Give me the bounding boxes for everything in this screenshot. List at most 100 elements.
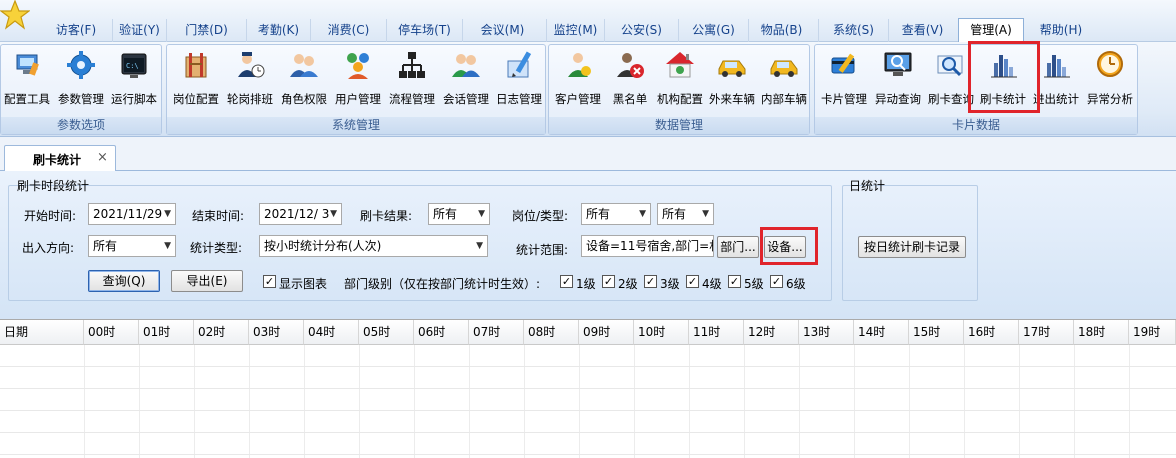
column-header-hour[interactable]: 01时 — [139, 320, 194, 345]
column-header-hour[interactable]: 13时 — [799, 320, 854, 345]
tool-label: 客户管理 — [555, 92, 601, 106]
tool-customer-manage[interactable]: 客户管理 — [551, 49, 605, 107]
tool-blacklist[interactable]: 黑名单 — [605, 49, 655, 107]
column-header-hour[interactable]: 05时 — [359, 320, 414, 345]
level-3-checkbox[interactable]: ✓ — [644, 275, 657, 288]
scope-label: 统计范围: — [516, 243, 569, 257]
table-row[interactable] — [0, 389, 1176, 411]
close-icon[interactable]: × — [97, 150, 108, 165]
column-header-hour[interactable]: 12时 — [744, 320, 799, 345]
post-select[interactable]: 所有 ▼ — [581, 203, 651, 225]
daily-stats-button[interactable]: 按日统计刷卡记录 — [858, 236, 966, 258]
direction-select[interactable]: 所有 ▼ — [88, 235, 176, 257]
column-header-hour[interactable]: 18时 — [1074, 320, 1129, 345]
show-chart-checkbox[interactable]: ✓ — [263, 275, 276, 288]
tool-label: 运行脚本 — [111, 92, 157, 106]
tool-external-vehicle[interactable]: 外来车辆 — [705, 49, 759, 107]
menu-meeting[interactable]: 会议(M) — [462, 19, 542, 42]
type-select[interactable]: 所有 ▼ — [657, 203, 714, 225]
column-header-hour[interactable]: 04时 — [304, 320, 359, 345]
department-button[interactable]: 部门... — [717, 236, 759, 258]
tool-post-config[interactable]: 岗位配置 — [169, 49, 223, 107]
query-button[interactable]: 查询(Q) — [88, 270, 160, 292]
column-header-date[interactable]: 日期 — [0, 320, 84, 345]
menu-attendance[interactable]: 考勤(K) — [246, 19, 310, 42]
column-header-hour[interactable]: 14时 — [854, 320, 909, 345]
column-header-hour[interactable]: 08时 — [524, 320, 579, 345]
column-header-hour[interactable]: 19时 — [1129, 320, 1176, 345]
search-card-icon — [937, 55, 963, 77]
column-header-hour[interactable]: 03时 — [249, 320, 304, 345]
tool-label: 机构配置 — [657, 92, 703, 106]
column-header-hour[interactable]: 07时 — [469, 320, 524, 345]
menu-apartment[interactable]: 公寓(G) — [678, 19, 748, 42]
tool-session-manage[interactable]: 会话管理 — [439, 49, 493, 107]
tool-org-config[interactable]: 机构配置 — [653, 49, 707, 107]
column-header-hour[interactable]: 15时 — [909, 320, 964, 345]
tool-workflow-manage[interactable]: 流程管理 — [385, 49, 439, 107]
daily-section-title: 日统计 — [849, 179, 886, 193]
menu-view[interactable]: 查看(V) — [888, 19, 956, 42]
tool-config-tool[interactable]: 配置工具 — [1, 49, 53, 107]
tab-label: 刷卡统计 — [33, 153, 82, 167]
export-button[interactable]: 导出(E) — [171, 270, 243, 292]
column-header-hour[interactable]: 10时 — [634, 320, 689, 345]
menu-police[interactable]: 公安(S) — [604, 19, 678, 42]
house-icon — [666, 52, 694, 78]
start-date-picker[interactable]: 2021/11/29 ▼ — [88, 203, 176, 225]
tool-label: 会话管理 — [443, 92, 489, 106]
menu-access[interactable]: 门禁(D) — [166, 19, 246, 42]
table-row[interactable] — [0, 433, 1176, 455]
direction-value: 所有 — [93, 239, 118, 253]
end-date-picker[interactable]: 2021/12/ 3 ▼ — [259, 203, 342, 225]
tool-run-script[interactable]: C:\ 运行脚本 — [107, 49, 161, 107]
tool-label: 异常分析 — [1087, 92, 1133, 106]
menu-system[interactable]: 系统(S) — [818, 19, 888, 42]
level-2-checkbox[interactable]: ✓ — [602, 275, 615, 288]
table-row[interactable] — [0, 411, 1176, 433]
menu-manage[interactable]: 管理(A) — [958, 18, 1024, 43]
tool-param-manage[interactable]: 参数管理 — [55, 49, 107, 107]
column-header-hour[interactable]: 02时 — [194, 320, 249, 345]
tool-anomaly-analysis[interactable]: 异常分析 — [1083, 49, 1137, 107]
tool-rotation-schedule[interactable]: 轮岗排班 — [223, 49, 277, 107]
tool-anomaly-query[interactable]: 异动查询 — [871, 49, 925, 107]
tool-label: 流程管理 — [389, 92, 435, 106]
guard-clock-icon — [238, 52, 265, 78]
swipe-result-select[interactable]: 所有 ▼ — [428, 203, 490, 225]
menu-goods[interactable]: 物品(B) — [748, 19, 814, 42]
svg-text:C:\: C:\ — [126, 62, 139, 70]
stat-type-select[interactable]: 按小时统计分布(人次) ▼ — [259, 235, 488, 257]
tool-role-permission[interactable]: 角色权限 — [277, 49, 331, 107]
column-header-hour[interactable]: 09时 — [579, 320, 634, 345]
level-4-checkbox[interactable]: ✓ — [686, 275, 699, 288]
statistics-grid[interactable]: 日期 00时 01时 02时 03时 04时 05时 06时 07时 08时 0… — [0, 319, 1176, 458]
org-chart-icon — [399, 52, 425, 78]
table-row[interactable] — [0, 345, 1176, 367]
menu-parking[interactable]: 停车场(T) — [386, 19, 462, 42]
tool-log-manage[interactable]: 日志管理 — [493, 49, 545, 107]
menu-consume[interactable]: 消费(C) — [310, 19, 386, 42]
column-header-hour[interactable]: 00时 — [84, 320, 139, 345]
tool-internal-vehicle[interactable]: 内部车辆 — [757, 49, 811, 107]
customer-icon — [568, 53, 591, 77]
level-1-checkbox[interactable]: ✓ — [560, 275, 573, 288]
column-header-hour[interactable]: 11时 — [689, 320, 744, 345]
menu-verify[interactable]: 验证(Y) — [112, 19, 166, 42]
level-6-checkbox[interactable]: ✓ — [770, 275, 783, 288]
table-row[interactable] — [0, 367, 1176, 389]
group-title: 系统管理 — [167, 117, 545, 134]
group-title: 数据管理 — [549, 117, 809, 134]
menu-monitor[interactable]: 监控(M) — [546, 19, 604, 42]
menu-visitor[interactable]: 访客(F) — [40, 19, 112, 42]
column-header-hour[interactable]: 06时 — [414, 320, 469, 345]
column-header-hour[interactable]: 17时 — [1019, 320, 1074, 345]
level-5-checkbox[interactable]: ✓ — [728, 275, 741, 288]
tab-swipe-statistics[interactable]: 刷卡统计 × — [4, 145, 116, 171]
scope-field[interactable]: 设备=11号宿舍,部门=村 — [581, 235, 714, 257]
column-header-hour[interactable]: 16时 — [964, 320, 1019, 345]
app-star-icon[interactable] — [0, 0, 30, 30]
tool-card-manage[interactable]: 卡片管理 — [817, 49, 871, 107]
tool-user-manage[interactable]: 用户管理 — [331, 49, 385, 107]
menu-help[interactable]: 帮助(H) — [1026, 19, 1096, 42]
